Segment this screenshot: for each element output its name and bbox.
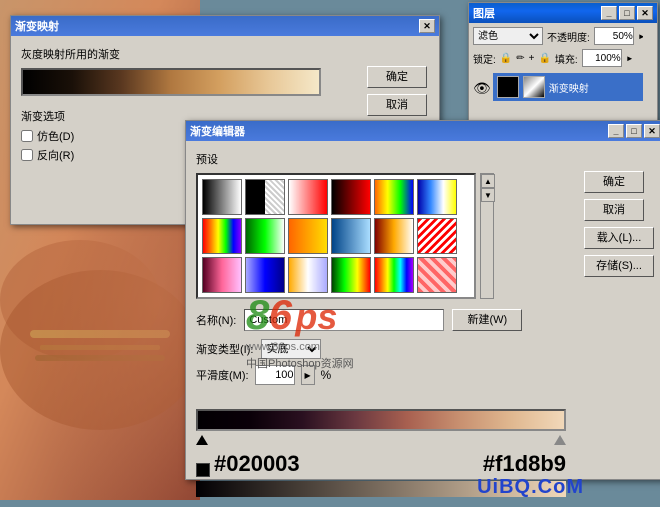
ge-right-col: 确定 取消 载入(L)... 存储(S)...: [584, 171, 654, 277]
smooth-row: 平滑度(M): ▶ %: [196, 365, 654, 385]
layers-minimize-btn[interactable]: _: [601, 6, 617, 20]
lock-icon3: +: [529, 53, 535, 64]
name-input[interactable]: [244, 309, 444, 331]
preset-swatch-9[interactable]: [288, 218, 328, 254]
preset-swatch-7[interactable]: [202, 218, 242, 254]
watermark-area: 8 6 ps www.86ps.com 中国Photoshop资源网: [246, 291, 354, 371]
grad-map-close-btn[interactable]: ✕: [419, 19, 435, 33]
lock-label: 锁定:: [473, 51, 496, 66]
section-label: 灰度映射所用的渐变: [21, 46, 429, 62]
color-stops-bottom: [196, 431, 566, 445]
preset-swatch-12[interactable]: [417, 218, 457, 254]
preset-swatch-3[interactable]: [288, 179, 328, 215]
gradient-preview-bar[interactable]: [21, 68, 321, 96]
layer-entry[interactable]: 渐变映射: [493, 73, 653, 101]
new-btn[interactable]: 新建(W): [452, 309, 522, 331]
name-row: 名称(N): 新建(W): [196, 309, 654, 331]
type-select[interactable]: 实底: [261, 339, 321, 359]
grad-bar-section: [196, 395, 654, 445]
preset-swatch-4[interactable]: [331, 179, 371, 215]
ge-save-btn[interactable]: 存储(S)...: [584, 255, 654, 277]
grad-editor-titlebar[interactable]: 渐变编辑器 _ □ ✕: [186, 121, 660, 141]
layers-mode-row: 滤色 不透明度: ►: [473, 27, 653, 45]
preset-swatch-16[interactable]: [331, 257, 371, 293]
preset-swatch-11[interactable]: [374, 218, 414, 254]
opacity-label: 不透明度:: [547, 29, 590, 44]
smooth-input[interactable]: [255, 365, 295, 385]
preset-swatch-13[interactable]: [202, 257, 242, 293]
black-square-icon: [196, 463, 210, 477]
grad-editor-minimize-btn[interactable]: _: [608, 124, 624, 138]
option1-label: 仿色(D): [37, 128, 74, 144]
stop-white[interactable]: [554, 435, 566, 445]
ge-load-btn[interactable]: 载入(L)...: [584, 227, 654, 249]
layer-name: 渐变映射: [549, 80, 589, 95]
lock-icon2: ✏: [516, 53, 524, 64]
opacity-input[interactable]: [594, 27, 634, 45]
grad-map-cancel-btn[interactable]: 取消: [367, 94, 427, 116]
layers-body: 滤色 不透明度: ► 锁定: 🔒 ✏ + 🔒 填充: ► 👁 渐变映射: [469, 23, 657, 109]
preset-swatch-6[interactable]: [417, 179, 457, 215]
option2-label: 反向(R): [37, 147, 74, 163]
grad-map-titlebar[interactable]: 渐变映射 ✕: [11, 16, 439, 36]
grad-main-bar[interactable]: [196, 409, 566, 431]
presets-scrollbar[interactable]: ▲ ▼: [480, 173, 494, 299]
layers-lock-row: 锁定: 🔒 ✏ + 🔒 填充: ►: [473, 49, 653, 67]
color-hex-left: #020003: [214, 451, 300, 477]
layers-close-btn[interactable]: ✕: [637, 6, 653, 20]
grad-editor-window: 渐变编辑器 _ □ ✕ 预设: [185, 120, 660, 480]
grad-editor-title: 渐变编辑器: [190, 123, 606, 139]
preset-swatch-8[interactable]: [245, 218, 285, 254]
ge-ok-btn[interactable]: 确定: [584, 171, 644, 193]
smooth-label: 平滑度(M):: [196, 367, 249, 383]
layers-maximize-btn[interactable]: □: [619, 6, 635, 20]
layer-thumb-gradient: [523, 76, 545, 98]
presets-label: 预设: [196, 151, 654, 167]
preset-swatch-14[interactable]: [245, 257, 285, 293]
ge-cancel-btn[interactable]: 取消: [584, 199, 644, 221]
watermark-uibq: UiBQ.CoM: [477, 476, 584, 499]
grad-editor-close-btn[interactable]: ✕: [644, 124, 660, 138]
color-stops-top: [196, 395, 566, 409]
smooth-arrow[interactable]: ▶: [301, 365, 315, 385]
dither-option-checkbox[interactable]: [21, 130, 33, 142]
visibility-eye-icon[interactable]: 👁: [473, 80, 491, 97]
grad-editor-body: 预设: [186, 141, 660, 507]
layers-title: 图层: [473, 5, 599, 21]
layer-thumb-black: [497, 76, 519, 98]
lock-icon4: 🔒: [538, 53, 550, 64]
fill-label: 填充:: [555, 51, 578, 66]
lock-icon1: 🔒: [500, 53, 512, 64]
layers-titlebar[interactable]: 图层 _ □ ✕: [469, 3, 657, 23]
grad-map-title: 渐变映射: [15, 18, 417, 34]
fill-arrow[interactable]: ►: [626, 54, 634, 63]
preset-swatch-17[interactable]: [374, 257, 414, 293]
preset-swatch-1[interactable]: [202, 179, 242, 215]
type-label: 渐变类型(I):: [196, 341, 253, 357]
fill-input[interactable]: [582, 49, 622, 67]
reverse-option-checkbox[interactable]: [21, 149, 33, 161]
color-hex-right: #f1d8b9: [483, 451, 566, 477]
preset-swatch-5[interactable]: [374, 179, 414, 215]
preset-swatch-10[interactable]: [331, 218, 371, 254]
preset-swatch-2[interactable]: [245, 179, 285, 215]
type-row: 渐变类型(I): 实底: [196, 339, 654, 359]
preset-swatch-15[interactable]: [288, 257, 328, 293]
preset-swatch-18[interactable]: [417, 257, 457, 293]
layers-mode-select[interactable]: 滤色: [473, 27, 543, 45]
grad-map-ok-btn[interactable]: 确定: [367, 66, 427, 88]
smooth-unit: %: [321, 368, 332, 382]
stop-black[interactable]: [196, 435, 208, 445]
name-label: 名称(N):: [196, 312, 236, 328]
presets-grid: [196, 173, 476, 299]
grad-editor-maximize-btn[interactable]: □: [626, 124, 642, 138]
